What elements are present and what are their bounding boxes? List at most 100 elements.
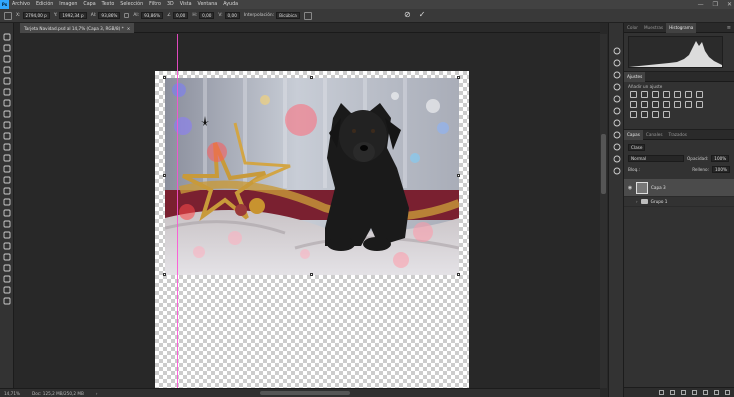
transform-handle-bc[interactable] <box>310 273 313 276</box>
crop-tool-icon[interactable] <box>3 88 11 96</box>
adjustment-layer-icon[interactable] <box>630 101 637 108</box>
brush-tool-icon[interactable] <box>3 132 11 140</box>
adjustment-layer-icon[interactable] <box>674 101 681 108</box>
more-tools-icon[interactable] <box>3 275 11 283</box>
angle-field[interactable]: ∠ 0,00 <box>167 12 189 19</box>
tab-histogram[interactable]: Histograma <box>666 22 697 33</box>
lasso-tool-icon[interactable] <box>3 66 11 74</box>
add-mask-icon[interactable] <box>681 390 686 395</box>
x-input[interactable]: 2794,00 p <box>22 12 50 19</box>
menu-edici-n[interactable]: Edición <box>33 2 56 7</box>
height-input[interactable]: 93,86% <box>141 12 164 19</box>
menu-ventana[interactable]: Ventana <box>195 2 221 7</box>
healing-brush-tool-icon[interactable] <box>3 121 11 129</box>
width-input[interactable]: 93,86% <box>98 12 121 19</box>
transform-handle-mr[interactable] <box>457 174 460 177</box>
y-input[interactable]: 1992,34 p <box>59 12 87 19</box>
panel-menu-icon[interactable]: ≡ <box>727 25 731 31</box>
adjustment-layer-icon[interactable] <box>630 111 637 118</box>
navigator-icon[interactable] <box>613 143 621 151</box>
menu-archivo[interactable]: Archivo <box>9 2 33 7</box>
adjustment-layer-icon[interactable] <box>674 91 681 98</box>
tab-swatches[interactable]: Muestras <box>641 23 666 33</box>
x-position-field[interactable]: X: 2794,00 p <box>16 12 50 19</box>
menu-3d[interactable]: 3D <box>164 2 177 7</box>
maximize-button[interactable]: ❐ <box>713 1 718 8</box>
menu-filtro[interactable]: Filtro <box>146 2 164 7</box>
adjustment-layer-icon[interactable] <box>652 111 659 118</box>
clone-stamp-tool-icon[interactable] <box>3 143 11 151</box>
interpolation-select[interactable]: Bicúbica <box>276 12 300 19</box>
angle-input[interactable]: 0,00 <box>172 12 189 19</box>
adjustment-layer-icon[interactable] <box>685 101 692 108</box>
commit-transform-icon[interactable]: ✓ <box>419 10 426 19</box>
adjustment-layer-icon[interactable] <box>641 91 648 98</box>
menu-selecci-n[interactable]: Selección <box>117 2 146 7</box>
eraser-tool-icon[interactable] <box>3 165 11 173</box>
adjustment-layer-icon[interactable] <box>685 91 692 98</box>
interpolation-field[interactable]: Interpolación: Bicúbica <box>244 12 300 19</box>
rectangle-tool-icon[interactable] <box>3 242 11 250</box>
tab-layers[interactable]: Capas <box>624 129 643 140</box>
play-icon[interactable] <box>613 47 621 55</box>
tab-channels[interactable]: Canales <box>643 130 666 140</box>
character-icon[interactable] <box>613 107 621 115</box>
horizontal-scrollbar[interactable] <box>260 391 350 395</box>
color-swatches-icon[interactable] <box>3 286 11 294</box>
hskew-field[interactable]: H: 0,00 <box>192 12 215 19</box>
warp-icon[interactable] <box>303 11 312 20</box>
vertical-scrollbar[interactable] <box>600 34 607 388</box>
link-layers-icon[interactable] <box>659 390 664 395</box>
vskew-input[interactable]: 0,00 <box>224 12 240 19</box>
adjustment-layer-icon[interactable] <box>641 101 648 108</box>
cancel-transform-icon[interactable]: ⊘ <box>404 10 411 19</box>
document-canvas[interactable] <box>155 71 469 388</box>
history-brush-tool-icon[interactable] <box>3 154 11 162</box>
photo-layer[interactable] <box>165 78 459 275</box>
adjustment-layer-icon[interactable] <box>663 91 670 98</box>
transform-handle-bl[interactable] <box>163 273 166 276</box>
adjustment-layer-icon[interactable] <box>663 101 670 108</box>
blend-mode-select[interactable]: Normal <box>628 155 684 162</box>
adjust-icon[interactable] <box>613 83 621 91</box>
new-adjustment-icon[interactable] <box>692 390 697 395</box>
adjustment-layer-icon[interactable] <box>652 101 659 108</box>
scroll-thumb[interactable] <box>601 134 606 194</box>
menu-ayuda[interactable]: Ayuda <box>220 2 241 7</box>
status-menu-arrow[interactable]: › <box>96 391 98 396</box>
layer-name[interactable]: Grupo 1 <box>651 199 668 204</box>
layer-name[interactable]: Capa 3 <box>651 185 666 190</box>
transform-handle-ml[interactable] <box>163 174 166 177</box>
transform-handle-br[interactable] <box>457 273 460 276</box>
menu-capa[interactable]: Capa <box>80 2 98 7</box>
vertical-guide[interactable] <box>177 34 178 388</box>
transform-reference-icon[interactable] <box>4 11 12 20</box>
artboard-tool-icon[interactable] <box>3 44 11 52</box>
tab-paths[interactable]: Trazados <box>666 130 690 140</box>
menu-imagen[interactable]: Imagen <box>56 2 80 7</box>
type-tool-icon[interactable] <box>3 220 11 228</box>
document-tab[interactable]: Tarjeta Navidad.psd al 14,7% (Capa 3, RG… <box>20 23 135 33</box>
y-position-field[interactable]: Y: 1992,34 p <box>54 12 87 19</box>
zoom-level[interactable]: 14,71% <box>4 391 20 396</box>
zoom-tool-icon[interactable] <box>3 264 11 272</box>
layer-row-capa-3[interactable]: ◉ Capa 3 <box>624 179 734 197</box>
quick-mask-icon[interactable] <box>3 297 11 305</box>
paragraph-icon[interactable] <box>613 95 621 103</box>
layer-style-icon[interactable] <box>670 390 675 395</box>
pen-tool-icon[interactable] <box>3 209 11 217</box>
canvas-area[interactable] <box>20 34 600 388</box>
layer-kind-filter[interactable]: Clase <box>628 144 646 151</box>
delete-layer-icon[interactable] <box>725 390 730 395</box>
close-window-button[interactable]: ✕ <box>727 1 732 8</box>
adjustment-layer-icon[interactable] <box>663 111 670 118</box>
hskew-input[interactable]: 0,00 <box>199 12 215 19</box>
minimize-button[interactable]: — <box>698 1 704 8</box>
adjustment-layer-icon[interactable] <box>696 101 703 108</box>
tab-adjustments[interactable]: Ajustes <box>624 71 646 82</box>
history-icon[interactable] <box>613 167 621 175</box>
close-tab-icon[interactable]: × <box>127 26 131 31</box>
transform-handle-tl[interactable] <box>163 76 166 79</box>
path-select-tool-icon[interactable] <box>3 231 11 239</box>
new-layer-icon[interactable] <box>714 390 719 395</box>
